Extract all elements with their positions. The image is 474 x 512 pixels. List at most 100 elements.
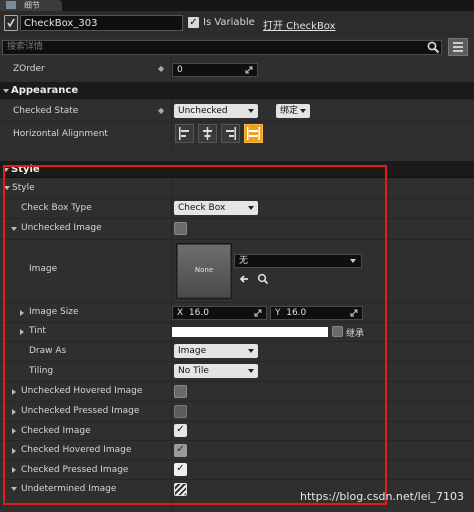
image-asset-picker[interactable]: 无 [234,254,362,268]
zorder-value: 0 [177,65,183,75]
collapse-arrow-icon [3,168,9,172]
dropdown-arrow-icon [350,259,356,263]
checked-pressed-image-label: Checked Pressed Image [21,465,129,475]
image-size-x-value: 16.0 [188,308,209,318]
tab-details[interactable]: 细节 [0,0,62,11]
checked-hovered-swatch[interactable]: ✓ [174,444,187,457]
draw-as-value: Image [178,346,207,356]
tiling-label: Tiling [29,366,54,376]
unchecked-hovered-swatch[interactable] [174,385,187,398]
x-axis-label: X [177,308,184,318]
details-icon [6,1,16,9]
image-label: Image [29,264,58,274]
style-section-title: Style [11,164,40,175]
image-asset-value: 无 [239,256,249,266]
unchecked-image-swatch[interactable] [174,222,187,235]
row-divider [0,302,474,303]
image-size-label: Image Size [29,307,79,317]
checked-image-swatch[interactable]: ✓ [174,424,187,437]
undetermined-image-swatch[interactable] [174,483,187,496]
binding-icon[interactable]: ◆ [158,106,164,115]
zorder-label: ZOrder [13,64,45,74]
expand-arrow-icon[interactable] [12,467,16,473]
row-divider [0,421,474,422]
row-divider [0,440,474,441]
checkbox-widget-icon [4,15,18,31]
is-variable-label: Is Variable [203,17,255,28]
expand-arrow-icon[interactable] [11,227,17,231]
expand-arrow-icon[interactable] [12,448,16,454]
draw-as-label: Draw As [29,346,67,356]
bind-label: 绑定 [280,106,299,116]
align-fill-button[interactable] [244,124,263,143]
check-box-type-dropdown[interactable]: Check Box [174,201,258,215]
unchecked-image-label: Unchecked Image [21,223,102,233]
row-divider [0,479,474,480]
align-center-button[interactable] [198,124,217,143]
view-options-button[interactable] [448,38,468,56]
draw-as-dropdown[interactable]: Image [174,344,258,358]
check-box-type-label: Check Box Type [21,203,92,213]
image-size-y-input[interactable]: Y 16.0 [270,306,363,320]
search-icon[interactable] [427,41,440,54]
row-divider [0,460,474,461]
checked-pressed-swatch[interactable]: ✓ [174,463,187,476]
row-divider [0,322,474,323]
zorder-input[interactable]: 0 [172,63,258,77]
expand-arrow-icon[interactable] [4,186,10,190]
checked-image-label: Checked Image [21,426,91,436]
checked-state-dropdown[interactable]: Unchecked [174,104,258,118]
tint-inherit-checkbox[interactable] [332,326,343,337]
browse-search-icon[interactable] [257,273,269,288]
expand-arrow-icon[interactable] [20,310,24,316]
row-divider [0,218,474,219]
thumbnail-none-text: None [194,266,214,274]
column-separator [171,178,172,512]
use-selected-arrow-icon[interactable] [238,273,250,288]
appearance-section-header[interactable]: Appearance [0,82,474,99]
row-divider [0,341,474,342]
watermark-text: https://blog.csdn.net/lei_7103 [300,490,465,503]
row-divider [0,198,474,199]
row-divider [0,239,474,240]
y-axis-label: Y [275,308,281,318]
style-subgroup-label: Style [12,183,35,193]
style-section-header[interactable]: Style [0,161,474,178]
column-separator [171,99,172,149]
expand-arrow-icon[interactable] [12,428,16,434]
image-size-y-value: 16.0 [286,308,307,318]
checked-state-value: Unchecked [178,106,228,116]
tab-bar [0,0,474,11]
search-input[interactable]: 搜索详情 [2,40,442,55]
expand-arrow-icon[interactable] [20,329,24,335]
tab-details-label: 细节 [24,1,40,10]
tiling-dropdown[interactable]: No Tile [174,364,258,378]
unchecked-pressed-image-label: Unchecked Pressed Image [21,406,140,416]
row-divider [0,121,474,122]
expand-arrow-icon[interactable] [12,409,16,415]
expand-arrow-icon[interactable] [12,389,16,395]
horizontal-alignment-label: Horizontal Alignment [13,129,108,139]
binding-icon[interactable]: ◆ [158,64,164,73]
align-left-button[interactable] [175,124,194,143]
widget-name-input[interactable]: CheckBox_303 [20,15,183,31]
expand-arrow-icon[interactable] [11,487,17,491]
checked-state-label: Checked State [13,106,79,116]
appearance-title: Appearance [11,85,79,96]
tint-color-swatch[interactable] [172,327,328,337]
row-divider [0,381,474,382]
checked-hovered-image-label: Checked Hovered Image [21,445,132,455]
tint-inherit-label: 继承 [346,329,365,339]
unchecked-hovered-image-label: Unchecked Hovered Image [21,386,143,396]
image-size-x-input[interactable]: X 16.0 [172,306,267,320]
unchecked-pressed-swatch[interactable] [174,405,187,418]
image-thumbnail[interactable]: None [176,243,232,299]
open-checkbox-link[interactable]: 打开 CheckBox [263,17,336,32]
is-variable-checkbox[interactable]: ✓ [188,17,199,28]
bind-dropdown[interactable]: 绑定 [276,104,310,118]
undetermined-image-label: Undetermined Image [21,484,117,494]
tiling-value: No Tile [178,366,209,376]
row-divider [0,361,474,362]
row-divider [0,401,474,402]
align-right-button[interactable] [221,124,240,143]
